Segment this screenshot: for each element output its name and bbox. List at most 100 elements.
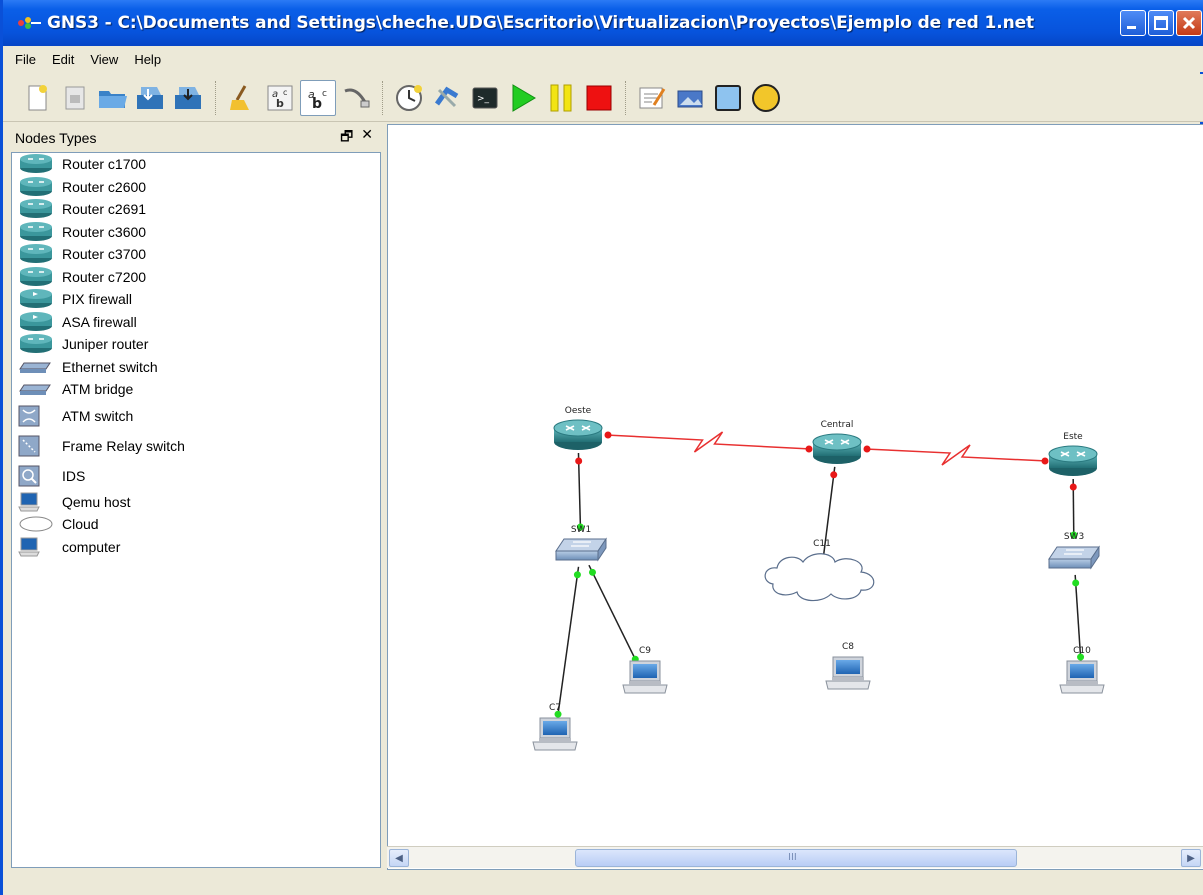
- node-type-item[interactable]: IDS: [12, 461, 380, 491]
- node-c9[interactable]: C9: [622, 646, 668, 694]
- scroll-left-icon[interactable]: ◀: [389, 849, 409, 867]
- show-interface-labels-icon[interactable]: abc: [300, 79, 336, 116]
- node-type-item[interactable]: ATM switch: [12, 401, 380, 431]
- switch-icon: [555, 537, 607, 562]
- node-c10[interactable]: C10: [1059, 646, 1105, 694]
- insert-picture-icon[interactable]: [672, 80, 708, 116]
- menu-edit[interactable]: Edit: [48, 50, 86, 69]
- node-type-item[interactable]: PIX firewall: [12, 288, 380, 311]
- node-type-item[interactable]: Router c2600: [12, 176, 380, 199]
- computer-icon: [825, 656, 871, 690]
- new-icon[interactable]: [19, 80, 55, 116]
- main-window: GNS3 - C:\Documents and Settings\cheche.…: [0, 0, 1203, 895]
- title-bar[interactable]: GNS3 - C:\Documents and Settings\cheche.…: [3, 0, 1203, 46]
- add-link-icon[interactable]: [338, 80, 374, 116]
- interface-status-dot: [1072, 579, 1080, 587]
- suspend-icon[interactable]: [543, 80, 579, 116]
- node-type-item[interactable]: ATM bridge: [12, 378, 380, 401]
- node-este[interactable]: Este: [1048, 432, 1098, 476]
- link-oeste-central[interactable]: [604, 431, 813, 453]
- save-as-icon[interactable]: [171, 80, 207, 116]
- node-label: Este: [1063, 432, 1083, 442]
- link-central-este[interactable]: [863, 444, 1049, 466]
- router-icon: [18, 266, 58, 287]
- toolbar: abc abc >_: [3, 74, 1203, 122]
- node-type-item[interactable]: Router c1700: [12, 153, 380, 176]
- node-c11[interactable]: C11: [764, 539, 875, 602]
- maximize-button[interactable]: [1148, 10, 1174, 36]
- node-type-label: Router c2691: [62, 201, 147, 218]
- computer-icon: [18, 492, 58, 512]
- node-sw1[interactable]: SW1: [555, 525, 607, 562]
- svg-text:c: c: [283, 88, 287, 97]
- interface-status-dot: [588, 568, 596, 576]
- link-sw1-c7[interactable]: [554, 566, 581, 719]
- menu-file[interactable]: File: [11, 50, 48, 69]
- draw-rectangle-icon[interactable]: [710, 80, 746, 116]
- capture-icon[interactable]: [429, 80, 465, 116]
- node-type-item[interactable]: Ethernet switch: [12, 356, 380, 379]
- clock-icon[interactable]: [391, 80, 427, 116]
- close-button[interactable]: [1176, 10, 1202, 36]
- undock-icon[interactable]: 🗗: [340, 126, 353, 150]
- node-label: C10: [1073, 646, 1091, 656]
- interface-status-dot: [830, 471, 838, 479]
- menu-help[interactable]: Help: [130, 50, 173, 69]
- topology-canvas[interactable]: Oeste Central Este SW1 SW3 C11 C7 C9 C8 C10: [387, 124, 1203, 870]
- link-sw1-c9[interactable]: [588, 564, 639, 664]
- node-types-list: Router c1700 Router c2600 Router c2691 Rout…: [11, 152, 381, 868]
- menu-view[interactable]: View: [86, 50, 130, 69]
- console-icon[interactable]: >_: [467, 80, 503, 116]
- node-sw3[interactable]: SW3: [1048, 532, 1100, 570]
- router-icon: [812, 433, 862, 464]
- node-c7[interactable]: C7: [532, 703, 578, 751]
- node-type-label: Juniper router: [62, 336, 149, 353]
- svg-text:>_: >_: [477, 94, 490, 104]
- cloud-icon: [18, 514, 58, 534]
- node-type-item[interactable]: Router c2691: [12, 198, 380, 221]
- node-type-label: Router c3700: [62, 246, 147, 263]
- node-type-item[interactable]: Juniper router: [12, 333, 380, 356]
- node-type-item[interactable]: Qemu host: [12, 491, 380, 514]
- toolbar-separator: [215, 80, 218, 115]
- node-type-item[interactable]: Router c3600: [12, 221, 380, 244]
- node-type-item[interactable]: Frame Relay switch: [12, 431, 380, 461]
- add-note-icon[interactable]: [634, 80, 670, 116]
- open-folder-icon[interactable]: [95, 80, 131, 116]
- link-este-sw3[interactable]: [1069, 478, 1078, 540]
- node-type-item[interactable]: Cloud: [12, 513, 380, 536]
- dock-close-icon[interactable]: ✕: [361, 126, 373, 150]
- toolbar-separator: [382, 80, 385, 115]
- gns3-logo-icon: [17, 15, 43, 31]
- draw-ellipse-icon[interactable]: [748, 80, 784, 116]
- horizontal-scrollbar[interactable]: ◀ III ▶: [387, 846, 1203, 868]
- node-c8[interactable]: C8: [825, 642, 871, 690]
- computer-icon: [532, 717, 578, 751]
- open-project-icon[interactable]: [57, 80, 93, 116]
- node-type-label: Frame Relay switch: [62, 437, 185, 454]
- scrollbar-thumb[interactable]: III: [575, 849, 1017, 867]
- node-type-item[interactable]: Router c3700: [12, 243, 380, 266]
- node-type-label: ATM bridge: [62, 381, 134, 398]
- firewall-icon: [18, 289, 58, 309]
- scroll-right-icon[interactable]: ▶: [1181, 849, 1201, 867]
- save-icon[interactable]: [133, 80, 169, 116]
- node-type-item[interactable]: ASA firewall: [12, 311, 380, 334]
- clear-icon[interactable]: [224, 80, 260, 116]
- node-type-item[interactable]: computer: [12, 536, 380, 559]
- router-icon: [18, 334, 58, 354]
- node-oeste[interactable]: Oeste: [553, 406, 603, 450]
- link-oeste-sw1[interactable]: [575, 452, 584, 532]
- start-icon[interactable]: [505, 80, 541, 116]
- node-label: C11: [813, 539, 831, 549]
- node-central[interactable]: Central: [812, 420, 862, 464]
- menu-bar: File Edit View Help: [3, 46, 1203, 72]
- node-label: SW1: [571, 525, 591, 535]
- stop-icon[interactable]: [581, 80, 617, 116]
- computer-icon: [18, 537, 58, 557]
- dock-title-bar: Nodes Types 🗗 ✕: [11, 124, 381, 152]
- node-type-item[interactable]: Router c7200: [12, 266, 380, 289]
- minimize-button[interactable]: [1120, 10, 1146, 36]
- show-hostnames-icon[interactable]: abc: [262, 80, 298, 116]
- frame-relay-icon: [18, 435, 58, 456]
